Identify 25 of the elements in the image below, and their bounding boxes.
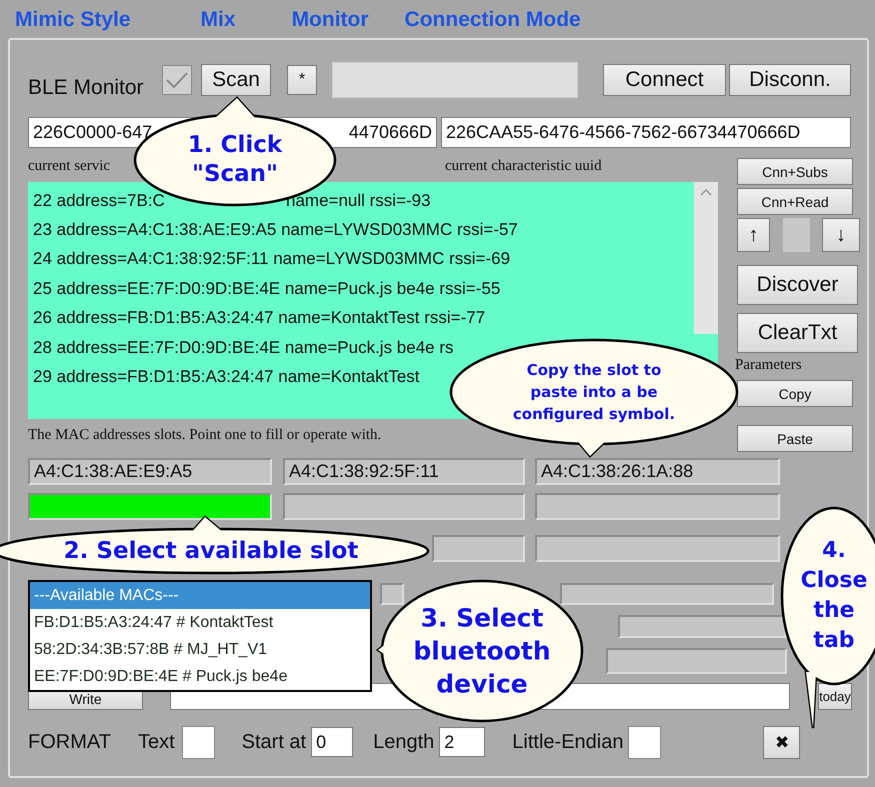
field-text: 226C0000-647 — [33, 122, 152, 143]
log-line: 28 address=EE:7F:D0:9D:BE:4E name=Puck.js be4e rs — [33, 338, 454, 358]
callout-text: 3. Select bluetooth device — [413, 602, 551, 700]
slots-hint: The MAC addresses slots. Point one to fill or operate with. — [28, 427, 382, 445]
field-label: Length — [373, 730, 434, 754]
checkbox-label: Text — [138, 730, 175, 754]
log-line: 24 address=A4:C1:38:92:5F:11 name=LYWSD03MMC rssi=-69 — [33, 249, 510, 270]
log-line: 26 address=FB:D1:B5:A3:24:47 name=KontaktTest rssi=-77 — [33, 308, 486, 328]
field-label: current characteristic uuid — [445, 158, 602, 175]
parameters-label: Parameters — [735, 357, 803, 375]
field-label: Start at — [242, 730, 306, 754]
callout-text: 4. Close the tab — [800, 537, 868, 655]
callout-text: Copy the slot to paste into a be configured symbol. — [512, 360, 676, 425]
field-text: 4470666D — [348, 122, 432, 143]
log-line: 22 address=7B:C — [33, 190, 166, 211]
log-line: name=null rssi=-93 — [286, 190, 431, 211]
log-line: 29 address=FB:D1:B5:A3:24:47 name=KontaktTest — [33, 367, 420, 388]
callout-text: 1. Click "Scan" — [188, 131, 282, 189]
checkbox-label: Little-Endian — [512, 730, 624, 754]
field-label: current servic — [28, 158, 110, 175]
log-line: 23 address=A4:C1:38:AE:E9:A5 name=LYWSD03MMC rssi=-57 — [33, 220, 518, 240]
format-label: FORMAT — [28, 730, 111, 754]
log-line: 25 address=EE:7F:D0:9D:BE:4E name=Puck.js be4e rssi=-55 — [33, 278, 500, 299]
monitor-title: BLE Monitor — [28, 76, 145, 100]
callout-text: 2. Select available slot — [64, 537, 358, 565]
